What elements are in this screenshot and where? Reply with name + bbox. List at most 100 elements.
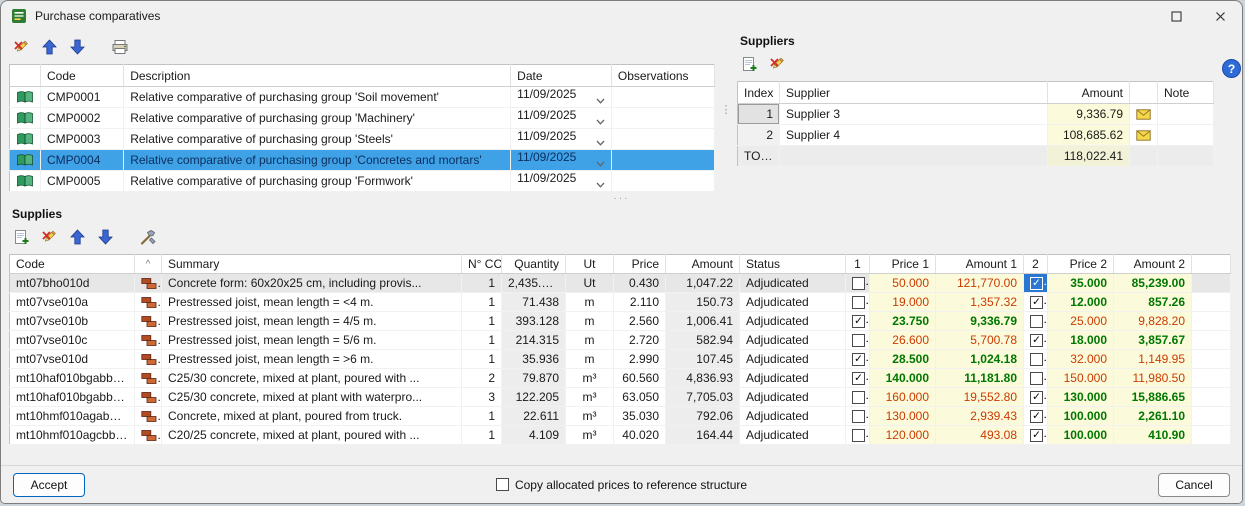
cancel-button[interactable]: Cancel bbox=[1158, 473, 1230, 497]
configure-button[interactable] bbox=[135, 226, 160, 249]
column-header-date[interactable]: Date bbox=[511, 65, 612, 87]
column-header-amount[interactable]: Amount bbox=[1048, 82, 1130, 104]
maximize-button[interactable] bbox=[1154, 1, 1198, 31]
supply-status: Adjudicated bbox=[740, 388, 846, 407]
supply-row[interactable]: mt07bho010dConcrete form: 60x20x25 cm, i… bbox=[10, 274, 1231, 293]
column-header-amount-1[interactable]: Amount 1 bbox=[936, 255, 1024, 274]
comparative-row[interactable]: CMP0003Relative comparative of purchasin… bbox=[10, 129, 715, 150]
comparative-row[interactable]: CMP0005Relative comparative of purchasin… bbox=[10, 171, 715, 192]
supplier2-select-cell[interactable]: ✓ bbox=[1024, 274, 1048, 293]
supplier2-select-cell[interactable]: ✓ bbox=[1024, 331, 1048, 350]
add-button[interactable] bbox=[9, 226, 34, 249]
comparative-book-icon bbox=[16, 132, 34, 146]
supplier-index[interactable]: 2 bbox=[738, 125, 780, 146]
supplier-row[interactable]: 2Supplier 4108,685.62 bbox=[738, 125, 1214, 146]
date-dropdown-icon[interactable] bbox=[596, 93, 605, 107]
supplier1-select-cell[interactable] bbox=[846, 407, 870, 426]
supply-row[interactable]: mt10hmf010agabbaaConcrete, mixed at plan… bbox=[10, 407, 1231, 426]
supplier1-select-cell[interactable]: ✓ bbox=[846, 350, 870, 369]
column-header-quantity[interactable]: Quantity bbox=[502, 255, 566, 274]
column-header-code[interactable]: Code bbox=[10, 255, 135, 274]
column-header-2[interactable]: 2 bbox=[1024, 255, 1048, 274]
report-button[interactable] bbox=[107, 36, 132, 59]
supply-row[interactable]: mt07vse010dPrestressed joist, mean lengt… bbox=[10, 350, 1231, 369]
column-header-code[interactable]: Code bbox=[41, 65, 124, 87]
supplier2-select-cell[interactable] bbox=[1024, 350, 1048, 369]
column-header-blank[interactable] bbox=[10, 65, 41, 87]
date-dropdown-icon[interactable] bbox=[596, 114, 605, 128]
supplier1-select-cell[interactable] bbox=[846, 331, 870, 350]
column-header-n-cc[interactable]: N° CC bbox=[462, 255, 502, 274]
supply-row[interactable]: mt07vse010aPrestressed joist, mean lengt… bbox=[10, 293, 1231, 312]
supplier2-select-cell[interactable] bbox=[1024, 369, 1048, 388]
column-header-observations[interactable]: Observations bbox=[611, 65, 714, 87]
column-header-summary[interactable]: Summary bbox=[162, 255, 462, 274]
checkbox-unchecked-icon bbox=[852, 410, 865, 423]
supply-row[interactable]: mt10haf010bgabbabaC25/30 concrete, mixed… bbox=[10, 369, 1231, 388]
supplier1-select-cell[interactable] bbox=[846, 274, 870, 293]
column-header-ut[interactable]: Ut bbox=[566, 255, 614, 274]
supplier-note-icon-cell[interactable] bbox=[1130, 125, 1158, 146]
supply-unit: m bbox=[566, 331, 614, 350]
supplier2-select-cell[interactable] bbox=[1024, 312, 1048, 331]
supplier-row[interactable]: 1Supplier 39,336.79 bbox=[738, 104, 1214, 125]
column-header-price-2[interactable]: Price 2 bbox=[1048, 255, 1114, 274]
comparative-date[interactable]: 11/09/2025 bbox=[511, 87, 612, 108]
column-header-price-1[interactable]: Price 1 bbox=[870, 255, 936, 274]
horizontal-splitter[interactable] bbox=[1, 192, 1242, 204]
help-button[interactable]: ? bbox=[1222, 59, 1241, 78]
date-dropdown-icon[interactable] bbox=[596, 156, 605, 170]
column-header-supplier[interactable]: Supplier bbox=[780, 82, 1048, 104]
add-button[interactable] bbox=[737, 53, 762, 76]
column-header-amount[interactable]: Amount bbox=[666, 255, 740, 274]
column-header-blank[interactable] bbox=[1192, 255, 1231, 274]
comparative-date[interactable]: 11/09/2025 bbox=[511, 150, 612, 171]
column-header-blank[interactable] bbox=[1130, 82, 1158, 104]
row-filler bbox=[1192, 274, 1231, 293]
copy-prices-checkbox[interactable]: Copy allocated prices to reference struc… bbox=[85, 478, 1158, 492]
date-dropdown-icon[interactable] bbox=[596, 135, 605, 149]
vertical-splitter[interactable] bbox=[715, 31, 737, 192]
delete-button[interactable] bbox=[37, 226, 62, 249]
delete-button[interactable] bbox=[765, 53, 790, 76]
column-header-amount-2[interactable]: Amount 2 bbox=[1114, 255, 1192, 274]
column-header-1[interactable]: 1 bbox=[846, 255, 870, 274]
supplier-index[interactable]: 1 bbox=[738, 104, 780, 125]
comparative-date[interactable]: 11/09/2025 bbox=[511, 129, 612, 150]
accept-button[interactable]: Accept bbox=[13, 473, 85, 497]
comparative-row[interactable]: CMP0001Relative comparative of purchasin… bbox=[10, 87, 715, 108]
supply-row[interactable]: mt07vse010bPrestressed joist, mean lengt… bbox=[10, 312, 1231, 331]
supplier1-select-cell[interactable] bbox=[846, 426, 870, 445]
sort-indicator[interactable]: ^ bbox=[135, 255, 162, 274]
move-down-button[interactable] bbox=[65, 36, 90, 59]
move-up-button[interactable] bbox=[65, 226, 90, 249]
supplier-note bbox=[1158, 104, 1214, 125]
comparative-row[interactable]: CMP0004Relative comparative of purchasin… bbox=[10, 150, 715, 171]
supplier2-select-cell[interactable]: ✓ bbox=[1024, 407, 1048, 426]
supplier1-select-cell[interactable] bbox=[846, 388, 870, 407]
supplier-note-icon-cell[interactable] bbox=[1130, 104, 1158, 125]
column-header-status[interactable]: Status bbox=[740, 255, 846, 274]
comparative-date[interactable]: 11/09/2025 bbox=[511, 108, 612, 129]
comparative-date[interactable]: 11/09/2025 bbox=[511, 171, 612, 192]
supply-row[interactable]: mt10hmf010agcbbbaC20/25 concrete, mixed … bbox=[10, 426, 1231, 445]
supplier2-select-cell[interactable]: ✓ bbox=[1024, 426, 1048, 445]
column-header-note[interactable]: Note bbox=[1158, 82, 1214, 104]
move-down-button[interactable] bbox=[93, 226, 118, 249]
date-dropdown-icon[interactable] bbox=[596, 177, 605, 191]
supplier1-select-cell[interactable] bbox=[846, 293, 870, 312]
move-up-button[interactable] bbox=[37, 36, 62, 59]
supplier1-select-cell[interactable]: ✓ bbox=[846, 312, 870, 331]
supplier2-select-cell[interactable]: ✓ bbox=[1024, 388, 1048, 407]
supply-row[interactable]: mt07vse010cPrestressed joist, mean lengt… bbox=[10, 331, 1231, 350]
supplier1-select-cell[interactable]: ✓ bbox=[846, 369, 870, 388]
supply-amount: 107.45 bbox=[666, 350, 740, 369]
column-header-price[interactable]: Price bbox=[614, 255, 666, 274]
column-header-index[interactable]: Index bbox=[738, 82, 780, 104]
supply-row[interactable]: mt10haf010bgabbbaaC25/30 concrete, mixed… bbox=[10, 388, 1231, 407]
close-button[interactable] bbox=[1198, 1, 1242, 31]
column-header-description[interactable]: Description bbox=[124, 65, 511, 87]
supplier2-select-cell[interactable]: ✓ bbox=[1024, 293, 1048, 312]
delete-button[interactable] bbox=[9, 36, 34, 59]
comparative-row[interactable]: CMP0002Relative comparative of purchasin… bbox=[10, 108, 715, 129]
